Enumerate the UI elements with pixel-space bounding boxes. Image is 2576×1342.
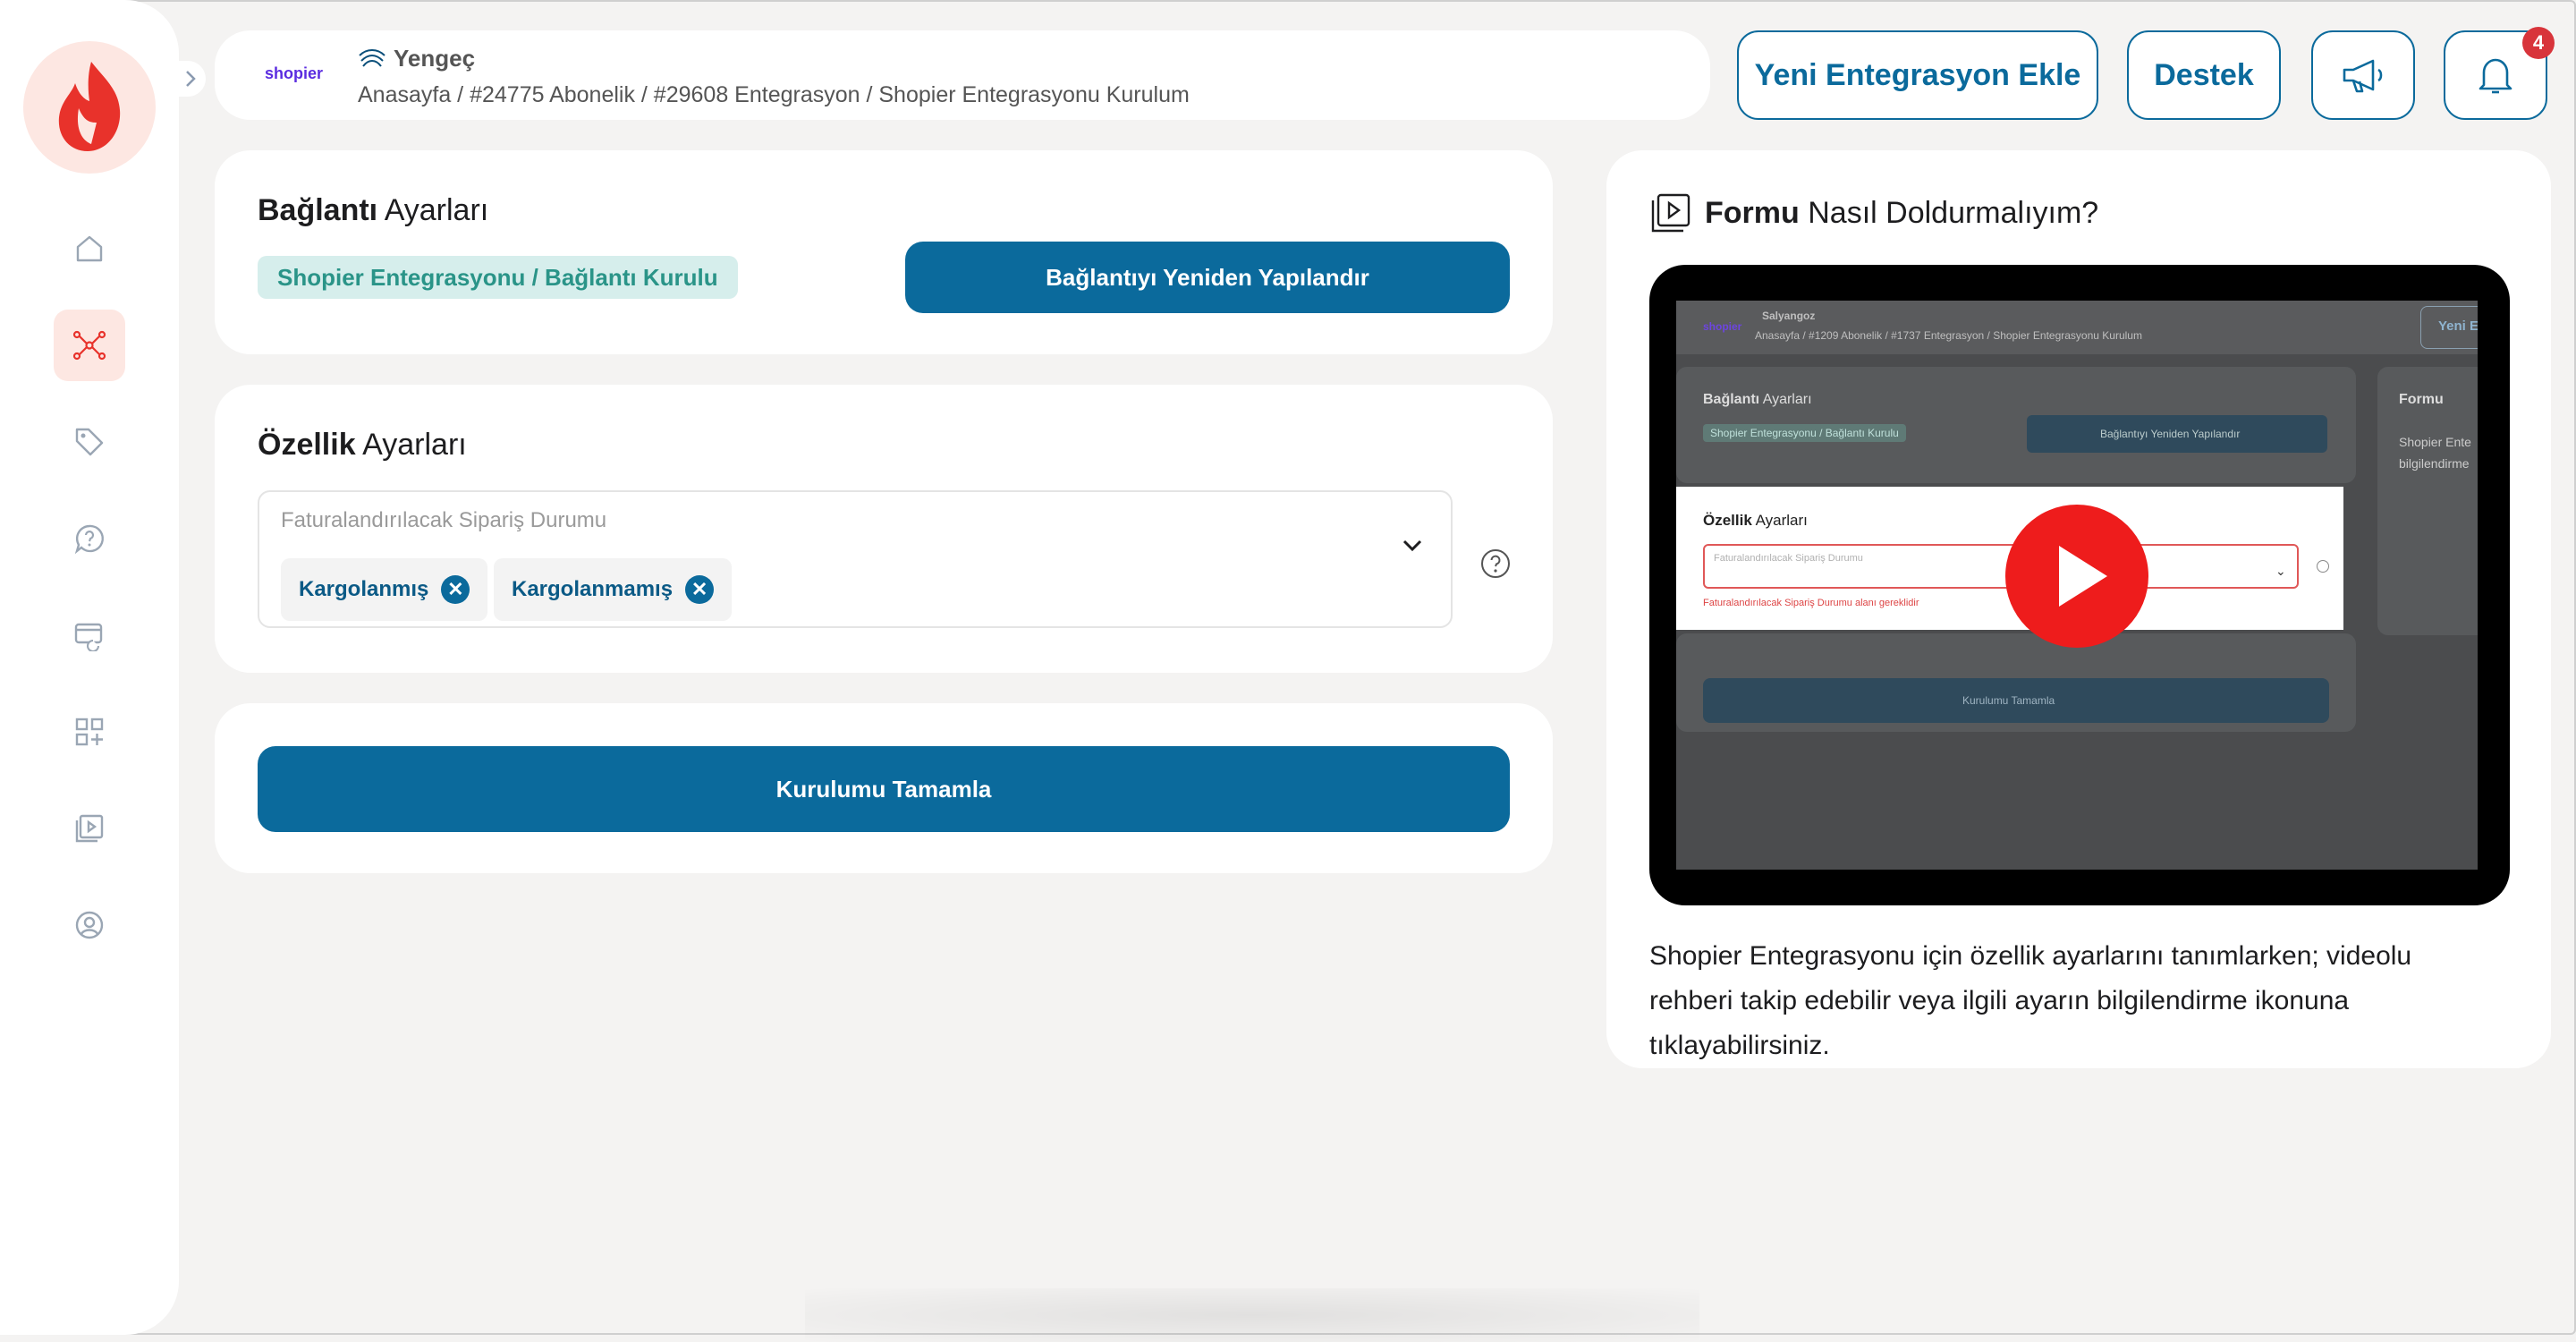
sidebar-item-tags[interactable]	[54, 406, 125, 478]
sidebar-item-support[interactable]	[54, 503, 125, 574]
video-library-icon	[1651, 193, 1690, 233]
app-logo[interactable]	[23, 41, 156, 174]
reconfigure-connection-button[interactable]: Bağlantıyı Yeniden Yapılandır	[905, 242, 1510, 313]
sidebar-collapse-button[interactable]	[175, 61, 206, 97]
complete-setup-button[interactable]: Kurulumu Tamamla	[258, 746, 1510, 832]
notifications-button[interactable]: 4	[2444, 27, 2555, 120]
video-library-icon	[75, 814, 104, 843]
tutorial-video-player[interactable]: shopier Salyangoz Anasayfa / #1209 Abone…	[1649, 265, 2510, 905]
integration-icon	[72, 330, 106, 361]
tag-label: Kargolanmış	[299, 577, 429, 601]
video-breadcrumb: Anasayfa / #1209 Abonelik / #1737 Entegr…	[1755, 329, 2142, 342]
connection-status-badge: Shopier Entegrasyonu / Bağlantı Kurulu	[258, 256, 738, 299]
guide-card: Formu Nasıl Doldurmalıyım? shopier Salya…	[1606, 150, 2551, 1068]
select-label: Faturalandırılacak Sipariş Durumu	[281, 508, 607, 532]
selected-tag-not-shipped: Kargolanmamış ✕	[494, 558, 733, 621]
play-icon[interactable]	[2005, 505, 2148, 648]
connection-settings-title: Bağlantı Ayarları	[258, 193, 489, 227]
megaphone-icon	[2343, 59, 2383, 93]
support-button[interactable]: Destek	[2127, 30, 2281, 120]
home-icon	[76, 235, 103, 262]
remove-tag-icon[interactable]: ✕	[685, 575, 715, 604]
bell-icon	[2479, 58, 2512, 94]
new-integration-button[interactable]: Yeni Entegrasyon Ekle	[1737, 30, 2098, 120]
sidebar-item-integrations[interactable]	[54, 310, 125, 381]
guide-title: Formu Nasıl Doldurmalıyım?	[1649, 191, 2098, 234]
chevron-down-icon[interactable]	[1401, 537, 1424, 555]
tag-label: Kargolanmamış	[512, 577, 674, 601]
announcements-button[interactable]	[2311, 30, 2415, 120]
sidebar-item-billing[interactable]	[54, 599, 125, 671]
breadcrumb[interactable]: Anasayfa / #24775 Abonelik / #29608 Ente…	[358, 82, 1190, 108]
sidebar-item-profile[interactable]	[54, 889, 125, 961]
user-profile-icon	[75, 911, 104, 939]
header-bar: shopier Yengeç Anasayfa / #24775 Aboneli…	[215, 30, 1710, 120]
feature-settings-card: Özellik Ayarları Faturalandırılacak Sipa…	[215, 385, 1553, 673]
chevron-right-icon	[186, 71, 196, 87]
help-icon[interactable]	[1479, 548, 1512, 580]
sidebar-item-videos[interactable]	[54, 793, 125, 864]
billing-icon	[74, 623, 103, 651]
sidebar	[0, 0, 206, 1335]
feature-settings-title: Özellik Ayarları	[258, 428, 467, 462]
company-name: Yengeç	[358, 45, 475, 72]
selected-tag-shipped: Kargolanmış ✕	[281, 558, 488, 621]
apps-add-icon	[75, 718, 104, 746]
video-company: Salyangoz	[1762, 310, 1816, 322]
guide-description: Shopier Entegrasyonu için özellik ayarla…	[1649, 941, 2412, 1060]
sidebar-item-home[interactable]	[54, 213, 125, 285]
company-logo-icon	[359, 48, 386, 67]
sidebar-item-apps[interactable]	[54, 696, 125, 768]
invoice-order-status-select[interactable]: Faturalandırılacak Sipariş Durumu Kargol…	[258, 490, 1453, 628]
flame-logo-icon	[58, 62, 121, 151]
bottom-shadow	[805, 1288, 1699, 1342]
remove-tag-icon[interactable]: ✕	[441, 575, 470, 604]
connection-settings-card: Bağlantı Ayarları Shopier Entegrasyonu /…	[215, 150, 1553, 354]
support-chat-icon	[74, 524, 104, 555]
notification-count-badge: 4	[2522, 27, 2555, 59]
shopier-logo: shopier	[265, 64, 324, 82]
tag-icon	[75, 428, 104, 456]
company-label: Yengeç	[394, 45, 476, 72]
video-thumbnail: shopier Salyangoz Anasayfa / #1209 Abone…	[1676, 301, 2478, 870]
complete-card: Kurulumu Tamamla	[215, 703, 1553, 873]
